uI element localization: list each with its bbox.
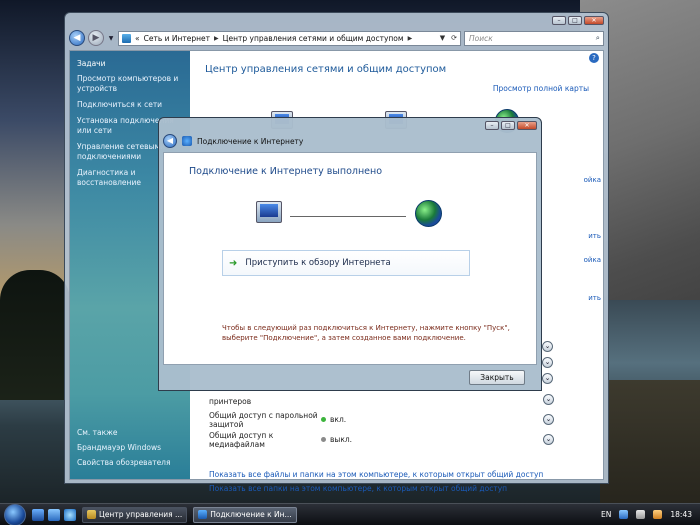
setting-label: принтеров [209, 397, 252, 406]
desktop-shore [600, 380, 700, 510]
status-text: вкл. [330, 415, 347, 424]
desktop-trees [0, 270, 70, 400]
breadcrumb-network-internet[interactable]: Сеть и Интернет [144, 34, 210, 43]
arrow-right-icon: ➜ [229, 257, 238, 269]
close-dialog-button[interactable]: Закрыть [469, 369, 525, 385]
volume-icon[interactable] [636, 510, 646, 519]
folder-icon [87, 510, 96, 519]
quick-launch [32, 508, 76, 521]
sidebar-item-firewall[interactable]: Брандмауэр Windows [77, 443, 170, 453]
browse-internet-button[interactable]: ➜ Приступить к обзору Интернета [222, 250, 470, 276]
recent-pages-dropdown[interactable]: ▼ [107, 35, 115, 42]
show-shared-files-link[interactable]: Показать все файлы и папки на этом компь… [209, 470, 543, 479]
back-button[interactable]: ◀ [163, 134, 177, 148]
see-also-heading: См. также [77, 428, 118, 437]
dialog-footer: Закрыть [163, 366, 537, 388]
dialog-note: Чтобы в следующий раз подключиться к Инт… [222, 324, 510, 342]
show-desktop-icon[interactable] [32, 508, 44, 521]
expand-icon[interactable]: ⌄ [543, 394, 554, 405]
address-actions: ▼ ⟳ [440, 34, 460, 42]
system-tray: EN 18:43 [601, 510, 700, 519]
help-icon[interactable]: ? [589, 53, 599, 63]
setting-value: вкл. [321, 415, 346, 424]
search-placeholder: Поиск [469, 33, 493, 43]
task-label: Подключение к Ин... [210, 510, 292, 519]
back-button[interactable]: ◀ [69, 30, 85, 46]
close-button[interactable]: ✕ [584, 16, 604, 25]
sidebar-item-view-computers[interactable]: Просмотр компьютеров и устройств [77, 74, 183, 94]
dialog-title: Подключение к Интернету [197, 136, 304, 146]
setting-value: выкл. [321, 435, 352, 444]
browse-label: Приступить к обзору Интернета [245, 258, 391, 268]
expand-icon[interactable]: ⌄ [543, 434, 554, 445]
internet-globe-icon [415, 200, 442, 227]
connection-line [290, 216, 406, 217]
address-dropdown-icon[interactable]: ▼ [440, 34, 445, 42]
minimize-button[interactable]: – [485, 121, 499, 130]
connect-internet-dialog: – □ ✕ ◀ Подключение к Интернету Подключе… [158, 117, 542, 391]
internet-explorer-icon[interactable] [64, 508, 76, 521]
sidebar-item-internet-options[interactable]: Свойства обозревателя [77, 458, 170, 468]
edge-link-4[interactable]: ить [588, 294, 601, 302]
switch-windows-icon[interactable] [48, 508, 60, 521]
taskbar-item-connect-dialog[interactable]: Подключение к Ин... [193, 506, 297, 523]
status-off-icon [321, 437, 326, 442]
refresh-icon[interactable]: ⟳ [451, 34, 457, 42]
maximize-button[interactable]: □ [501, 121, 515, 130]
sharing-row-password: Общий доступ с парольной защитой вкл. ⌄ [209, 409, 554, 429]
breadcrumb-overflow[interactable]: « [135, 34, 140, 43]
search-input[interactable]: Поиск ⌕ [464, 30, 604, 46]
dialog-heading: Подключение к Интернету выполнено [189, 166, 383, 177]
bottom-links: Показать все файлы и папки на этом компь… [209, 470, 543, 498]
start-button[interactable] [4, 503, 26, 525]
minimize-button[interactable]: – [552, 16, 566, 25]
computer-icon [256, 201, 282, 223]
show-shared-folders-link[interactable]: Показать все папки на этом компьютере, к… [209, 484, 543, 493]
edge-link-2[interactable]: ить [588, 232, 601, 240]
task-label: Центр управления ... [99, 510, 183, 519]
forward-button[interactable]: ▶ [88, 30, 104, 46]
expand-icon[interactable]: ⌄ [542, 373, 553, 384]
status-on-icon [321, 417, 326, 422]
sharing-row-media: Общий доступ к медиафайлам выкл. ⌄ [209, 429, 554, 449]
dialog-titlebar: ◀ Подключение к Интернету [163, 132, 303, 150]
taskbar-item-network-center[interactable]: Центр управления ... [82, 506, 188, 523]
page-title: Центр управления сетями и общим доступом [205, 64, 447, 75]
close-button[interactable]: ✕ [517, 121, 537, 130]
status-text: выкл. [330, 435, 353, 444]
network-folder-icon [122, 33, 131, 43]
security-alert-icon[interactable] [653, 510, 663, 519]
edge-link-1[interactable]: ойка [584, 176, 601, 184]
edge-link-3[interactable]: ойка [584, 256, 601, 264]
see-also-section: См. также Брандмауэр Windows Свойства об… [77, 428, 170, 473]
setting-label: Общий доступ с парольной защитой [209, 411, 318, 429]
expand-icon[interactable]: ⌄ [542, 341, 553, 352]
sharing-settings: принтеров ⌄ Общий доступ с парольной защ… [209, 389, 554, 449]
window-titlebar[interactable] [65, 13, 608, 27]
breadcrumb-separator-icon[interactable]: ▶ [408, 35, 413, 42]
full-map-link[interactable]: Просмотр полной карты [493, 84, 589, 93]
dialog-controls: – □ ✕ [485, 121, 537, 130]
language-indicator[interactable]: EN [601, 510, 611, 519]
setting-label: Общий доступ к медиафайлам [209, 431, 274, 449]
sidebar-item-connect[interactable]: Подключиться к сети [77, 100, 183, 110]
navigation-bar: ◀ ▶ ▼ « Сеть и Интернет ▶ Центр управлен… [69, 29, 604, 47]
breadcrumb-network-center[interactable]: Центр управления сетями и общим доступом [223, 34, 404, 43]
maximize-button[interactable]: □ [568, 16, 582, 25]
expand-icon[interactable]: ⌄ [542, 357, 553, 368]
network-tray-icon[interactable] [619, 510, 629, 519]
network-connection-icon [182, 136, 192, 146]
search-icon[interactable]: ⌕ [596, 33, 603, 43]
window-controls: – □ ✕ [552, 16, 604, 25]
expand-icon[interactable]: ⌄ [543, 414, 554, 425]
breadcrumb-separator-icon[interactable]: ▶ [214, 35, 219, 42]
tasks-heading: Задачи [77, 59, 106, 68]
taskbar: Центр управления ... Подключение к Ин...… [0, 503, 700, 525]
clock[interactable]: 18:43 [670, 510, 692, 519]
dialog-body: Подключение к Интернету выполнено ➜ Прис… [163, 152, 537, 365]
address-bar[interactable]: « Сеть и Интернет ▶ Центр управления сет… [118, 30, 461, 46]
sharing-row-printers: принтеров ⌄ [209, 389, 554, 409]
network-connection-icon [198, 510, 208, 519]
